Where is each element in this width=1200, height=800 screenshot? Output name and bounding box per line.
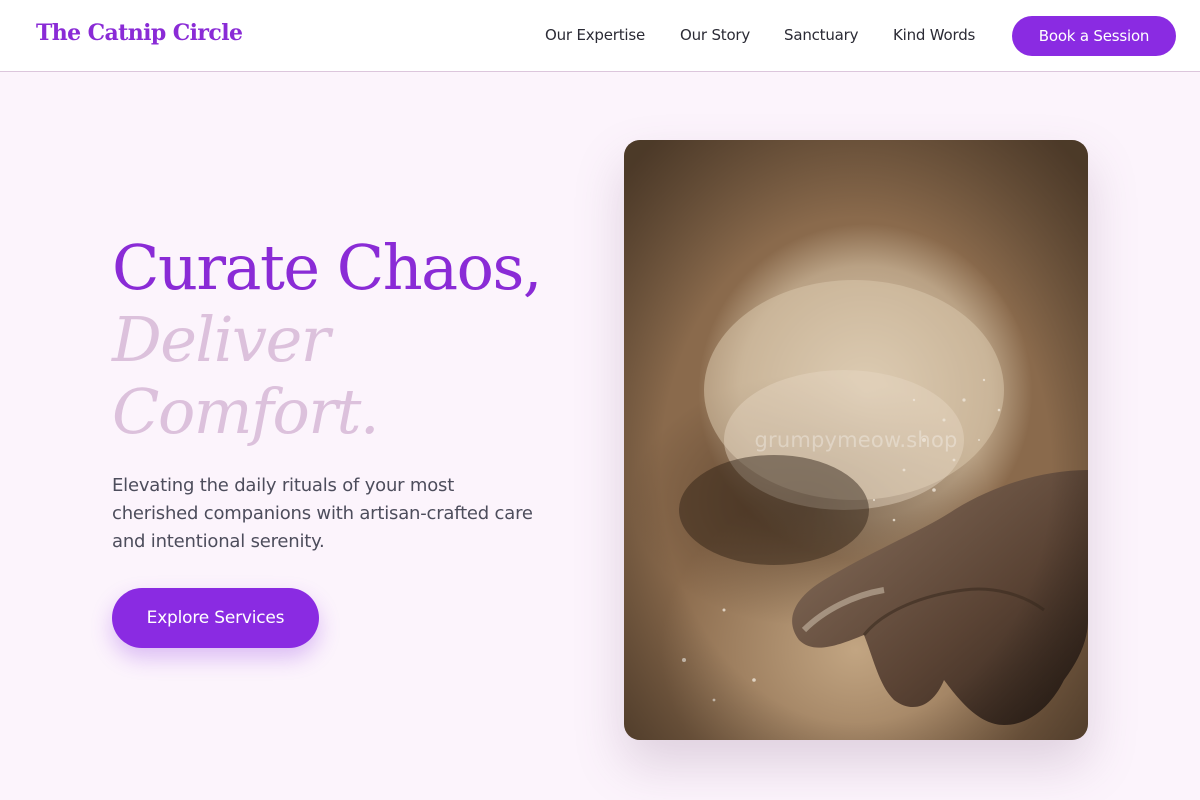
nav-link-our-story[interactable]: Our Story	[680, 26, 750, 44]
hero-photo: grumpymeow.shop	[624, 140, 1088, 740]
nav-link-sanctuary[interactable]: Sanctuary	[784, 26, 858, 44]
top-navbar: The Catnip Circle Our Expertise Our Stor…	[0, 0, 1200, 72]
brand-logo[interactable]: The Catnip Circle	[36, 20, 243, 46]
hero-title-line-3: Comfort.	[112, 375, 380, 448]
hero-title-line-2: Deliver	[112, 303, 330, 376]
nav-link-our-expertise[interactable]: Our Expertise	[545, 26, 645, 44]
hero-title: Curate Chaos, Deliver Comfort.	[112, 232, 592, 448]
nav-link-kind-words[interactable]: Kind Words	[893, 26, 975, 44]
hero-title-line-1: Curate Chaos,	[112, 231, 542, 304]
image-watermark: grumpymeow.shop	[754, 428, 958, 452]
hero-subtitle: Elevating the daily rituals of your most…	[112, 475, 533, 552]
explore-services-button[interactable]: Explore Services	[112, 588, 319, 648]
book-session-button[interactable]: Book a Session	[1012, 16, 1176, 56]
